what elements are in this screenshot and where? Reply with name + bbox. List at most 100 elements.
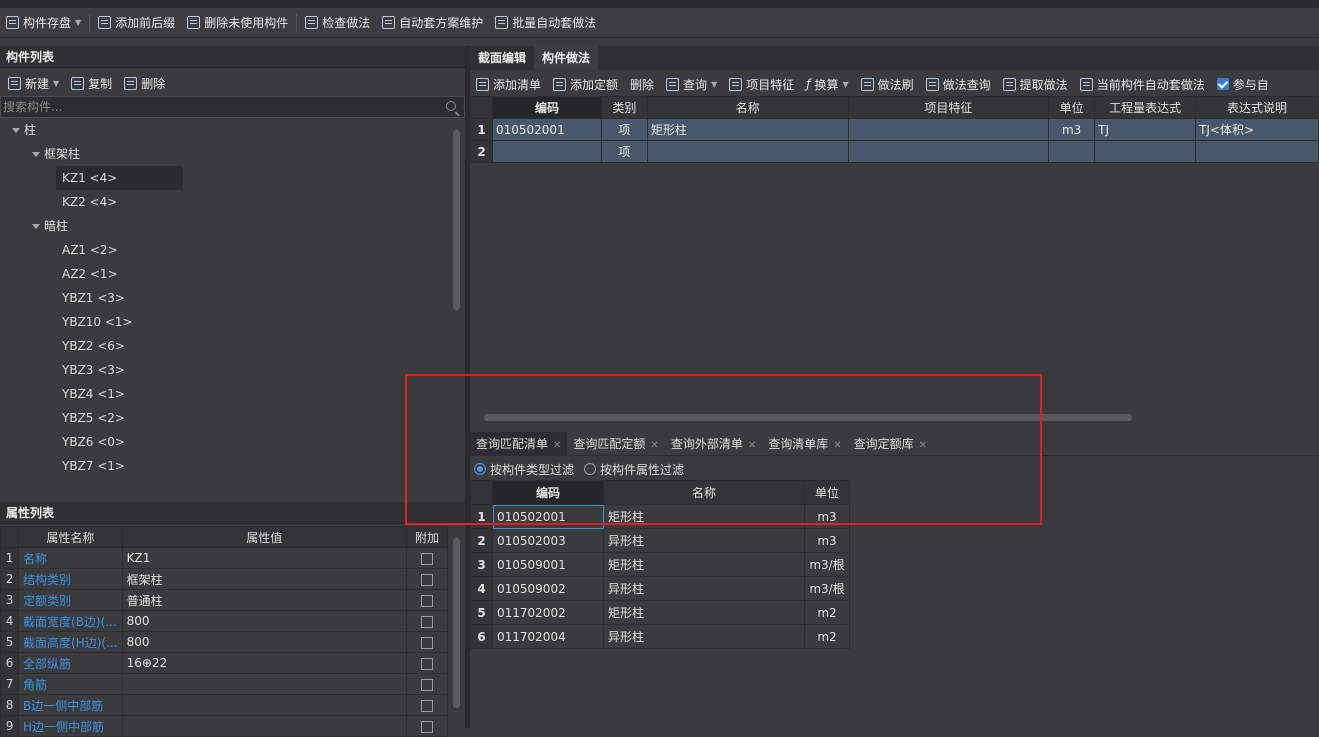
table-row[interactable]: 2 010502003 异形柱 m3 bbox=[470, 528, 850, 553]
attach-checkbox[interactable] bbox=[420, 594, 433, 607]
tree-item-selected[interactable]: KZ1 <4> bbox=[56, 166, 183, 190]
tree-item[interactable]: AZ1 <2> bbox=[62, 238, 118, 262]
add-quota-button[interactable]: 添加定额 bbox=[547, 72, 624, 96]
attach-checkbox[interactable] bbox=[420, 657, 433, 670]
close-icon[interactable]: ✕ bbox=[748, 440, 756, 451]
caret-down-icon[interactable]: ▼ bbox=[53, 79, 59, 88]
tree-item[interactable]: KZ2 <4> bbox=[62, 190, 117, 214]
method-query-button[interactable]: 做法查询 bbox=[920, 72, 997, 96]
component-search-input[interactable]: 搜索构件... bbox=[0, 96, 465, 118]
main-toolbar: 构件存盘 ▼ 添加前后缀 删除未使用构件 检查做法 自动套方案维护 批量自动套做法 bbox=[0, 8, 1319, 38]
table-row[interactable]: 8 B边一侧中部筋 bbox=[0, 694, 449, 716]
table-row[interactable]: 4 010509002 异形柱 m3/根 bbox=[470, 576, 850, 601]
attach-checkbox[interactable] bbox=[420, 720, 433, 733]
filter-by-type-radio[interactable] bbox=[474, 463, 486, 475]
table-row[interactable]: 4 截面宽度(B边)(... 800 bbox=[0, 610, 449, 632]
table-row[interactable]: 7 角筋 bbox=[0, 673, 449, 695]
tree-item[interactable]: YBZ6 <0> bbox=[62, 430, 125, 454]
item-feature-button[interactable]: 项目特征 bbox=[723, 72, 800, 96]
close-icon[interactable]: ✕ bbox=[919, 440, 927, 451]
attach-checkbox[interactable] bbox=[420, 699, 433, 712]
table-row[interactable]: 6 011702004 异形柱 m2 bbox=[470, 624, 850, 649]
delete-button[interactable]: 删除 bbox=[624, 72, 660, 96]
table-row[interactable]: 2 结构类别 框架柱 bbox=[0, 568, 449, 590]
table-header: 编码 名称 单位 bbox=[470, 480, 850, 505]
save-component-button[interactable]: 构件存盘 ▼ bbox=[0, 11, 87, 35]
query-tabs: 查询匹配清单 ✕ 查询匹配定额 ✕ 查询外部清单 ✕ 查询清单库 ✕ 查询定额库 ✕ bbox=[470, 432, 1319, 456]
checkbox-checked-icon[interactable] bbox=[1216, 78, 1229, 90]
attach-checkbox[interactable] bbox=[420, 678, 433, 691]
method-brush-button[interactable]: 做法刷 bbox=[855, 72, 920, 96]
table-row[interactable]: 1 010502001 矩形柱 m3 bbox=[470, 504, 850, 529]
tab-query-match-quota[interactable]: 查询匹配定额 ✕ bbox=[567, 432, 664, 456]
new-component-button[interactable]: 新建 ▼ bbox=[2, 71, 65, 95]
attach-checkbox[interactable] bbox=[420, 573, 433, 586]
table-row[interactable]: 1 010502001 项 矩形柱 m3 TJ TJ<体积> bbox=[470, 118, 1319, 141]
tab-query-quota-library[interactable]: 查询定额库 ✕ bbox=[848, 432, 933, 456]
caret-down-icon[interactable]: ▼ bbox=[711, 80, 717, 89]
expand-triangle-icon[interactable] bbox=[32, 152, 40, 157]
caret-down-icon[interactable]: ▼ bbox=[75, 18, 81, 27]
auto-method-current-button[interactable]: 当前构件自动套做法 bbox=[1074, 72, 1211, 96]
add-prefix-suffix-button[interactable]: 添加前后缀 bbox=[92, 11, 181, 35]
attach-checkbox[interactable] bbox=[420, 552, 433, 565]
add-bill-button[interactable]: 添加清单 bbox=[470, 72, 547, 96]
tree-item[interactable]: YBZ4 <1> bbox=[62, 382, 125, 406]
tab-component-method[interactable]: 构件做法 bbox=[534, 46, 599, 70]
participate-checkbox[interactable]: 参与自 bbox=[1211, 72, 1275, 96]
tab-query-match-bill[interactable]: 查询匹配清单 ✕ bbox=[470, 432, 568, 456]
close-icon[interactable]: ✕ bbox=[650, 440, 658, 451]
tree-node-column[interactable]: 柱 bbox=[12, 118, 36, 142]
close-icon[interactable]: ✕ bbox=[833, 440, 841, 451]
table-row[interactable]: 2 项 bbox=[470, 140, 1319, 163]
query-button[interactable]: 查询 ▼ bbox=[660, 72, 723, 96]
attach-checkbox[interactable] bbox=[420, 636, 433, 649]
filter-by-attribute-radio[interactable] bbox=[584, 463, 597, 475]
tree-node-hidden-column[interactable]: 暗柱 bbox=[32, 214, 68, 238]
check-method-button[interactable]: 检查做法 bbox=[299, 11, 376, 35]
table-row[interactable]: 1 名称 KZ1 bbox=[0, 547, 449, 569]
table-row[interactable]: 6 全部纵筋 16⊕22 bbox=[0, 652, 449, 674]
tree-item[interactable]: YBZ1 <3> bbox=[62, 286, 125, 310]
tab-query-bill-library[interactable]: 查询清单库 ✕ bbox=[762, 432, 847, 456]
tab-section-edit[interactable]: 截面编辑 bbox=[470, 46, 534, 70]
tab-query-external-bill[interactable]: 查询外部清单 ✕ bbox=[665, 432, 762, 456]
table-row[interactable]: 9 H边一侧中部筋 bbox=[0, 715, 449, 737]
extract-icon bbox=[1002, 77, 1016, 91]
extract-method-button[interactable]: 提取做法 bbox=[997, 72, 1074, 96]
table-header: 属性名称 属性值 附加 bbox=[0, 526, 449, 548]
property-scrollbar[interactable] bbox=[453, 538, 460, 708]
expand-triangle-icon[interactable] bbox=[32, 224, 40, 229]
trash-icon bbox=[124, 76, 138, 90]
copy-icon bbox=[71, 76, 85, 90]
scheme-icon bbox=[382, 16, 396, 29]
tree-item[interactable]: YBZ7 <1> bbox=[62, 454, 125, 478]
right-panel: 截面编辑 构件做法 添加清单 添加定额 删除 查询 ▼ 项目特征 ƒ 换算 ▼ 做法刷… bbox=[470, 46, 1319, 728]
caret-down-icon[interactable]: ▼ bbox=[842, 80, 848, 89]
close-icon[interactable]: ✕ bbox=[553, 440, 561, 451]
tree-item[interactable]: YBZ5 <2> bbox=[62, 406, 125, 430]
check-icon bbox=[305, 16, 319, 29]
delete-unused-button[interactable]: 删除未使用构件 bbox=[181, 11, 294, 35]
window-top-band bbox=[0, 0, 1319, 8]
search-icon[interactable] bbox=[446, 101, 456, 111]
batch-auto-method-button[interactable]: 批量自动套做法 bbox=[489, 11, 602, 35]
attach-checkbox[interactable] bbox=[420, 615, 433, 628]
delete-component-button[interactable]: 删除 bbox=[118, 71, 171, 95]
separator bbox=[296, 13, 298, 32]
table-row[interactable]: 5 011702002 矩形柱 m2 bbox=[470, 600, 850, 625]
tree-node-frame-column[interactable]: 框架柱 bbox=[32, 142, 80, 166]
tree-item[interactable]: YBZ3 <3> bbox=[62, 358, 125, 382]
table-row[interactable]: 3 010509001 矩形柱 m3/根 bbox=[470, 552, 850, 577]
expand-triangle-icon[interactable] bbox=[12, 128, 20, 133]
tree-scrollbar[interactable] bbox=[453, 130, 460, 310]
copy-component-button[interactable]: 复制 bbox=[65, 71, 118, 95]
tree-item[interactable]: YBZ10 <1> bbox=[62, 310, 133, 334]
tree-item[interactable]: AZ2 <1> bbox=[62, 262, 118, 286]
table-row[interactable]: 5 截面高度(H边)(... 800 bbox=[0, 631, 449, 653]
auto-scheme-button[interactable]: 自动套方案维护 bbox=[376, 11, 489, 35]
tree-item[interactable]: YBZ2 <6> bbox=[62, 334, 125, 358]
table-row[interactable]: 3 定额类别 普通柱 bbox=[0, 589, 449, 611]
horizontal-scrollbar[interactable] bbox=[484, 414, 1132, 421]
convert-button[interactable]: ƒ 换算 ▼ bbox=[800, 72, 854, 96]
